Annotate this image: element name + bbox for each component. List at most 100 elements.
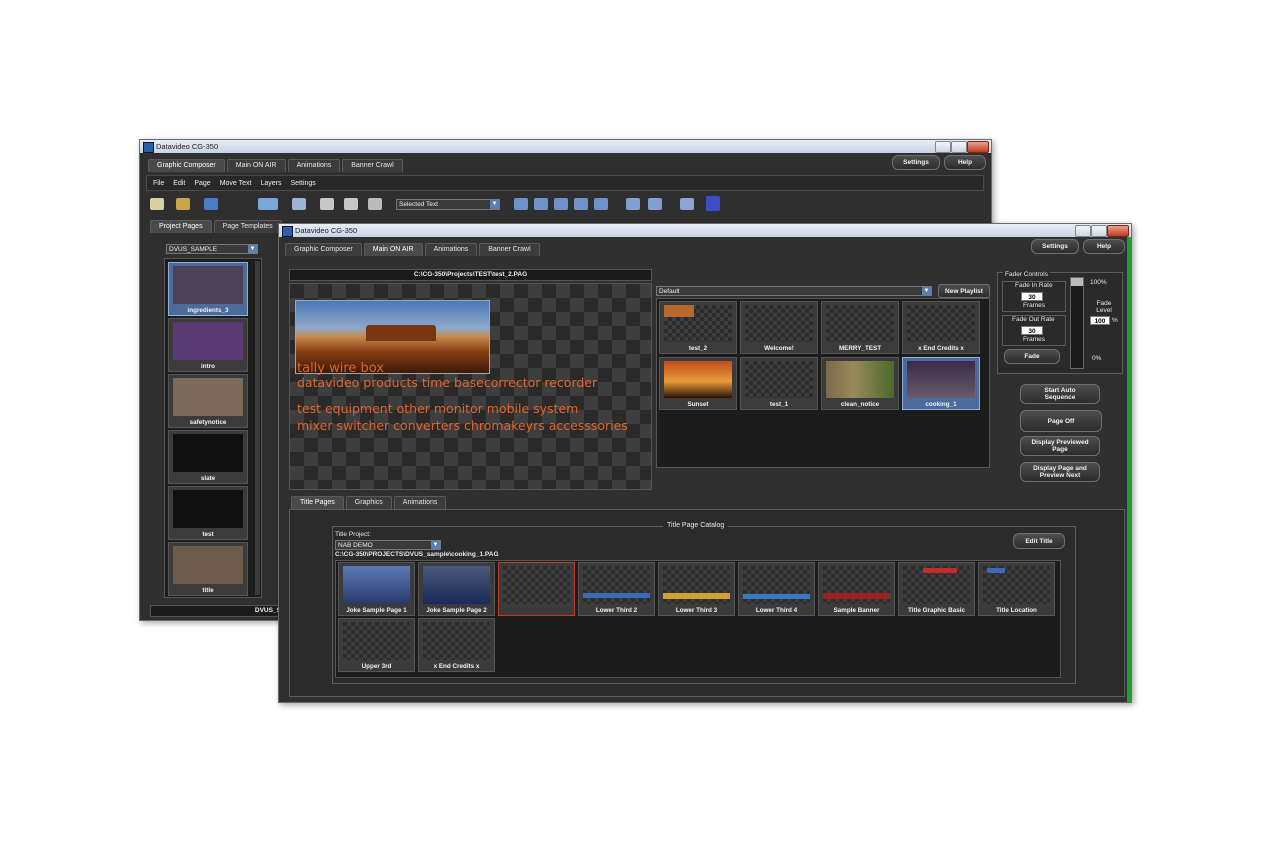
page-item[interactable]: ingredients_3 [168, 262, 248, 316]
catalog-item[interactable]: x End Credits x [418, 618, 495, 672]
settings-button[interactable]: Settings [1031, 239, 1079, 254]
page-list-scrollbar[interactable] [255, 261, 260, 595]
catalog-item[interactable]: Title Location [978, 562, 1055, 616]
help-button[interactable]: Help [1083, 239, 1125, 254]
close-icon[interactable] [967, 141, 989, 153]
edit-title-button[interactable]: Edit Title [1013, 533, 1065, 549]
page-off-button[interactable]: Page Off [1020, 410, 1102, 432]
fade-level-input[interactable]: 100 [1090, 316, 1110, 325]
align-left-icon[interactable] [514, 198, 528, 210]
catalog-item[interactable]: Upper 3rd [338, 618, 415, 672]
image-icon[interactable] [258, 198, 278, 210]
menu-settings[interactable]: Settings [291, 180, 316, 187]
playlist-item[interactable]: clean_notice [821, 357, 899, 410]
title-project-dropdown[interactable]: NAB DEMO ▼ [335, 540, 441, 550]
playlist-item[interactable]: test_1 [740, 357, 818, 410]
display-previewed-page-button[interactable]: Display Previewed Page [1020, 436, 1100, 456]
tab-main-on-air[interactable]: Main ON AIR [363, 243, 423, 256]
tab-animations-bottom[interactable]: Animations [393, 496, 447, 509]
fade-slider-handle[interactable] [1071, 278, 1083, 286]
close-icon[interactable] [1107, 225, 1129, 237]
playlist-item[interactable]: Sunset [659, 357, 737, 410]
catalog-item[interactable]: Lower Third 2 [578, 562, 655, 616]
maximize-icon[interactable] [951, 141, 967, 153]
menu-file[interactable]: File [153, 180, 164, 187]
fade-button[interactable]: Fade [1004, 349, 1060, 364]
justify-icon[interactable] [574, 198, 588, 210]
project-dropdown[interactable]: DVUS_SAMPLE ▼ [166, 244, 258, 254]
paste-icon[interactable] [344, 198, 358, 210]
settings-button[interactable]: Settings [892, 155, 940, 170]
tab-main-on-air[interactable]: Main ON AIR [226, 159, 286, 172]
tab-graphic-composer[interactable]: Graphic Composer [285, 243, 362, 256]
tab-page-templates[interactable]: Page Templates [213, 220, 282, 233]
playlist-item[interactable]: test_2 [659, 301, 737, 354]
send-back-icon[interactable] [648, 198, 662, 210]
fullscreen-icon[interactable] [680, 198, 694, 210]
minimize-icon[interactable] [935, 141, 951, 153]
playlist-item[interactable]: cooking_1 [902, 357, 980, 410]
new-page-icon[interactable] [150, 198, 164, 210]
menu-bar: File Edit Page Move Text Layers Settings [146, 175, 984, 191]
catalog-item[interactable]: Sample Banner [818, 562, 895, 616]
front-tabs: Graphic Composer Main ON AIR Animations … [285, 243, 540, 256]
cut-icon[interactable] [292, 198, 306, 210]
playlist-dropdown[interactable]: Default ▼ [656, 286, 932, 296]
align-center-icon[interactable] [534, 198, 548, 210]
playlist-item[interactable]: x End Credits x [902, 301, 980, 354]
minimize-icon[interactable] [1075, 225, 1091, 237]
catalog-thumbnail [903, 566, 970, 604]
catalog-item[interactable]: Title Graphic Basic [898, 562, 975, 616]
menu-page[interactable]: Page [194, 180, 210, 187]
tab-title-pages[interactable]: Title Pages [291, 496, 344, 509]
distribute-icon[interactable] [594, 198, 608, 210]
page-item[interactable]: slate [168, 430, 248, 484]
menu-edit[interactable]: Edit [173, 180, 185, 187]
fade-out-input[interactable]: 30 [1021, 326, 1043, 335]
copy-icon[interactable] [320, 198, 334, 210]
menu-move-text[interactable]: Move Text [220, 180, 252, 187]
help-button[interactable]: Help [944, 155, 986, 170]
tab-banner-crawl[interactable]: Banner Crawl [479, 243, 540, 256]
display-page-preview-next-button[interactable]: Display Page and Preview Next [1020, 462, 1100, 482]
fade-slider-track[interactable] [1070, 277, 1084, 369]
playlist-item[interactable]: MERRY_TEST [821, 301, 899, 354]
new-playlist-button[interactable]: New Playlist [938, 284, 990, 298]
text-style-icon[interactable] [706, 196, 720, 211]
open-folder-icon[interactable] [176, 198, 190, 210]
page-item[interactable]: safetynotice [168, 374, 248, 428]
bring-front-icon[interactable] [626, 198, 640, 210]
preview-canvas[interactable]: tally wire box datavideo products time b… [289, 283, 652, 490]
fade-in-frames-label: Frames [1023, 302, 1046, 309]
tab-banner-crawl[interactable]: Banner Crawl [342, 159, 403, 172]
maximize-icon[interactable] [1091, 225, 1107, 237]
playlist-item[interactable]: Welcome! [740, 301, 818, 354]
catalog-item[interactable]: Lower Third 4 [738, 562, 815, 616]
menu-layers[interactable]: Layers [260, 180, 281, 187]
save-icon[interactable] [204, 198, 218, 210]
page-thumbnail [173, 322, 243, 360]
page-item[interactable]: title [168, 542, 248, 596]
catalog-item[interactable]: Joke Sample Page 1 [338, 562, 415, 616]
selected-text-dropdown[interactable]: Selected Text ▼ [396, 199, 500, 210]
tab-graphic-composer[interactable]: Graphic Composer [148, 159, 225, 172]
catalog-item[interactable] [498, 562, 575, 616]
tab-animations[interactable]: Animations [424, 243, 478, 256]
fade-in-label: Fade In Rate [1015, 282, 1053, 289]
catalog-thumbnail [743, 566, 810, 604]
preview-path: C:\CG-350\Projects\TEST\test_2.PAG [413, 271, 528, 278]
catalog-item[interactable]: Lower Third 3 [658, 562, 735, 616]
start-auto-sequence-button[interactable]: Start Auto Sequence [1020, 384, 1100, 404]
page-item[interactable]: test [168, 486, 248, 540]
front-window-title: Datavideo CG-350 [295, 226, 358, 235]
tab-project-pages[interactable]: Project Pages [150, 220, 212, 233]
tab-animations[interactable]: Animations [287, 159, 341, 172]
page-item[interactable]: intro [168, 318, 248, 372]
accent-edge [1127, 237, 1131, 702]
undo-icon[interactable] [368, 198, 382, 210]
page-thumbnail [173, 490, 243, 528]
tab-graphics[interactable]: Graphics [345, 496, 392, 509]
fade-in-input[interactable]: 30 [1021, 292, 1043, 301]
catalog-item[interactable]: Joke Sample Page 2 [418, 562, 495, 616]
align-right-icon[interactable] [554, 198, 568, 210]
